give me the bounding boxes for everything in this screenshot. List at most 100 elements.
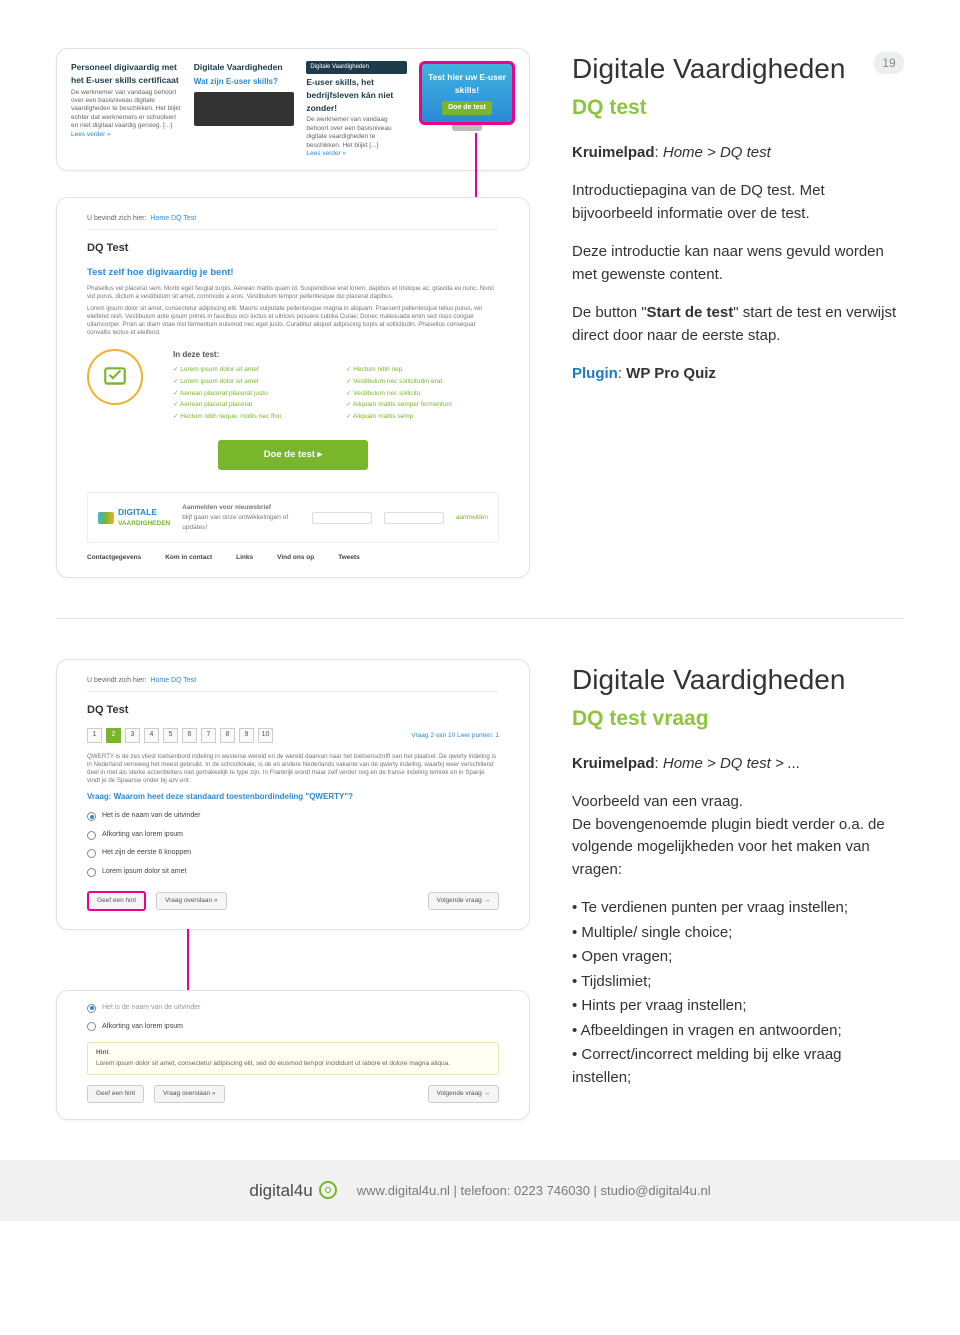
page-title: DQ Test bbox=[87, 702, 499, 719]
promo-col1-title: Personeel digivaardig met het E-user ski… bbox=[71, 61, 182, 87]
answer-option[interactable]: Afkorting van lorem ipsum bbox=[87, 830, 499, 841]
promo-col1-text: De werknemer van vandaag behoort over ee… bbox=[71, 89, 182, 131]
pager-page[interactable]: 7 bbox=[201, 728, 216, 743]
hint-text: Lorem ipsum dolor sit amet, consectetur … bbox=[96, 1060, 450, 1067]
footer-links: Contactgegevens Kom in contact Links Vin… bbox=[87, 553, 499, 563]
pager-page[interactable]: 8 bbox=[220, 728, 235, 743]
list-item: Afbeeldingen in vragen en antwoorden; bbox=[572, 1020, 904, 1043]
digital4u-logo: digital4u bbox=[249, 1178, 336, 1204]
plugin-line: Plugin: WP Pro Quiz bbox=[572, 363, 904, 386]
answer-option[interactable]: Het is de naam van de uitvinder bbox=[87, 811, 499, 822]
section-subtitle: DQ test vraag bbox=[572, 703, 904, 735]
list-item: Hints per vraag instellen; bbox=[572, 995, 904, 1018]
list-item: Te verdienen punten per vraag instellen; bbox=[572, 897, 904, 920]
newsletter-email-input[interactable] bbox=[384, 512, 444, 524]
newsletter-submit[interactable]: aanmelden bbox=[456, 513, 488, 523]
dv-logo: DIGITALE VAARDIGHEDEN bbox=[98, 506, 170, 529]
desc-p1: Voorbeeld van een vraag. De bovengenoemd… bbox=[572, 791, 904, 881]
promo-col3-title: E-user skills, het bedrijfsleven kán nie… bbox=[306, 76, 407, 114]
question-intro: QWERTY is de zes vliest toetsenbord inde… bbox=[87, 753, 499, 785]
pager-page[interactable]: 10 bbox=[258, 728, 273, 743]
footlink[interactable]: Vind ons op bbox=[277, 553, 314, 563]
skip-button[interactable]: Vraag overslaan » bbox=[156, 892, 227, 910]
promo-tv-button[interactable]: Doe de test bbox=[442, 101, 492, 116]
certificate-badge-icon bbox=[87, 349, 143, 405]
screenshot-hint: Het is de naam van de uitvinder Afkortin… bbox=[56, 990, 530, 1120]
radio-icon[interactable] bbox=[87, 812, 96, 821]
promo-col3-more[interactable]: Lees verder » bbox=[306, 150, 407, 158]
pager-page[interactable]: 9 bbox=[239, 728, 254, 743]
hint-button[interactable]: Geef een hint bbox=[87, 891, 146, 911]
hint-title: Hint bbox=[96, 1049, 490, 1057]
start-test-button[interactable]: Doe de test ▸ bbox=[218, 440, 368, 470]
newsletter-name-input[interactable] bbox=[312, 512, 372, 524]
hint-box: Hint Lorem ipsum dolor sit amet, consect… bbox=[87, 1042, 499, 1075]
hint-button[interactable]: Geef een hint bbox=[87, 1085, 144, 1103]
answer-option[interactable]: Het zijn de eerste 6 knoppen bbox=[87, 848, 499, 859]
intro-para-2: Lorem ipsum dolor sit amet, consectetur … bbox=[87, 305, 499, 337]
footlink[interactable]: Links bbox=[236, 553, 253, 563]
features-list: Lorem ipsum dolor sit ametLorem ipsum do… bbox=[173, 365, 499, 424]
radio-icon[interactable] bbox=[87, 868, 96, 877]
newsletter-sub: blijf gaan van onze ontwikkelingen of up… bbox=[182, 513, 300, 533]
footlink[interactable]: Kom in contact bbox=[165, 553, 212, 563]
newsletter-title: Aanmelden voor nieuwsbrief bbox=[182, 503, 300, 513]
section-subtitle: DQ test bbox=[572, 92, 904, 124]
breadcrumb-bar: U bevindt zich hier: Home DQ Test bbox=[87, 210, 499, 230]
page-number-badge: 19 bbox=[874, 52, 904, 74]
page-title: DQ Test bbox=[87, 240, 499, 257]
page-subtitle: Test zelf hoe digivaardig je bent! bbox=[87, 266, 499, 280]
footlink[interactable]: Tweets bbox=[338, 553, 360, 563]
dv-logo-icon bbox=[98, 512, 114, 524]
pager-page[interactable]: 4 bbox=[144, 728, 159, 743]
desc-p3: De button "Start de test" start de test … bbox=[572, 302, 904, 347]
breadcrumb-line: Kruimelpad: Home > DQ test > ... bbox=[572, 753, 904, 776]
document-footer: digital4u www.digital4u.nl | telefoon: 0… bbox=[0, 1160, 960, 1222]
newsletter-strip: DIGITALE VAARDIGHEDEN Aanmelden voor nie… bbox=[87, 492, 499, 543]
question-text: Vraag: Waarom heet deze standaard toeste… bbox=[87, 791, 499, 803]
callout-arrow bbox=[187, 929, 189, 999]
answer-option-disabled: Het is de naam van de uitvinder bbox=[87, 1003, 499, 1014]
pager-page[interactable]: 6 bbox=[182, 728, 197, 743]
list-item: Multiple/ single choice; bbox=[572, 922, 904, 945]
pager-page[interactable]: 3 bbox=[125, 728, 140, 743]
section-divider bbox=[56, 618, 904, 619]
answer-option[interactable]: Lorem ipsum dolor sit amet bbox=[87, 867, 499, 878]
radio-icon[interactable] bbox=[87, 849, 96, 858]
answer-option[interactable]: Afkorting van lorem ipsum bbox=[87, 1022, 499, 1033]
pager-page[interactable]: 5 bbox=[163, 728, 178, 743]
section-title: Digitale Vaardigheden bbox=[572, 659, 904, 701]
section-title: Digitale Vaardigheden bbox=[572, 48, 904, 90]
pager-page[interactable]: 1 bbox=[87, 728, 102, 743]
features-heading: In deze test: bbox=[173, 349, 499, 361]
promo-col3-text: De werknemer van vandaag behoort over ee… bbox=[306, 116, 407, 150]
breadcrumb-path[interactable]: Home DQ Test bbox=[150, 215, 196, 222]
list-item: Tijdslimiet; bbox=[572, 971, 904, 994]
radio-icon bbox=[87, 1004, 96, 1013]
promo-tv-text: Test hier uw E-user skills! bbox=[426, 71, 508, 97]
next-button[interactable]: Volgende vraag → bbox=[428, 892, 499, 910]
digital4u-logo-icon bbox=[319, 1181, 337, 1199]
question-actions: Geef een hint Vraag overslaan » Volgende… bbox=[87, 891, 499, 911]
question-pager: 1 2 3 4 5 6 7 8 9 10 Vraag 2 van 10 Leer… bbox=[87, 728, 499, 743]
tv-stand bbox=[452, 125, 482, 131]
radio-icon[interactable] bbox=[87, 1022, 96, 1031]
footer-text: www.digital4u.nl | telefoon: 0223 746030… bbox=[357, 1181, 711, 1201]
list-item: Correct/incorrect melding bij elke vraag… bbox=[572, 1044, 904, 1089]
promo-col1-more[interactable]: Lees verder » bbox=[71, 131, 182, 139]
footlink[interactable]: Contactgegevens bbox=[87, 553, 141, 563]
promo-col2-sub: Wat zijn E-user skills? bbox=[194, 76, 295, 88]
promo-col3-badge: Digitale Vaardigheden bbox=[306, 61, 407, 74]
skip-button[interactable]: Vraag overslaan » bbox=[154, 1085, 225, 1103]
screenshot-question: U bevindt zich hier: Home DQ Test DQ Tes… bbox=[56, 659, 530, 930]
radio-icon[interactable] bbox=[87, 831, 96, 840]
pager-page-active[interactable]: 2 bbox=[106, 728, 121, 743]
screenshot-dqtest-intro: U bevindt zich hier: Home DQ Test DQ Tes… bbox=[56, 197, 530, 578]
question-actions: Geef een hint Vraag overslaan » Volgende… bbox=[87, 1085, 499, 1103]
screenshot-promo: Personeel digivaardig met het E-user ski… bbox=[56, 48, 530, 171]
promo-tv-cta[interactable]: Test hier uw E-user skills! Doe de test bbox=[419, 61, 515, 125]
promo-col2-title: Digitale Vaardigheden bbox=[194, 61, 295, 74]
breadcrumb-line: Kruimelpad: Home > DQ test bbox=[572, 142, 904, 165]
next-button[interactable]: Volgende vraag → bbox=[428, 1085, 499, 1103]
desc-p2: Deze introductie kan naar wens gevuld wo… bbox=[572, 241, 904, 286]
